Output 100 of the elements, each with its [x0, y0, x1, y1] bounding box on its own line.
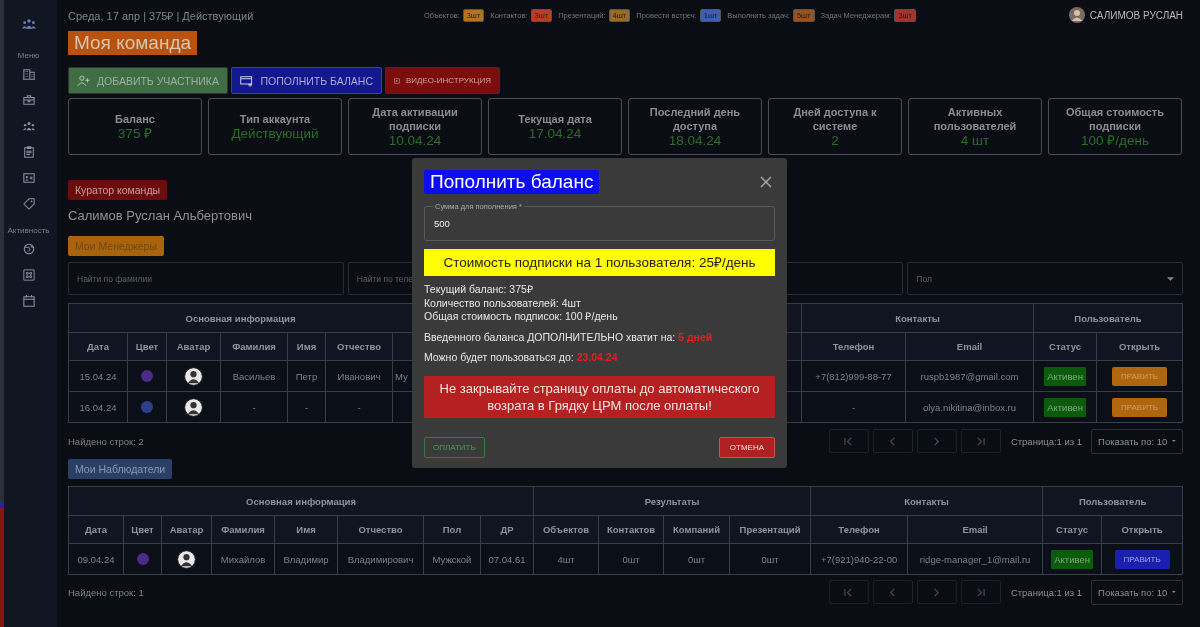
price-banner: Стоимость подписки на 1 пользователя: 25₽/день	[424, 249, 775, 276]
tag-icon[interactable]	[22, 198, 35, 210]
info-label: Введенного баланса ДОПОЛНИТЕЛЬНО хватит на:	[424, 330, 676, 343]
chevron-left-icon	[888, 587, 898, 597]
column-header: Дата	[68, 515, 124, 544]
page-indicator: Страница:1 из 1	[1010, 435, 1083, 447]
column-header: Дата	[68, 332, 128, 361]
team-logo-icon[interactable]	[21, 18, 36, 29]
status-badge: Активен	[1044, 397, 1086, 417]
last-page-icon	[976, 436, 986, 446]
surname-cell: -	[220, 391, 288, 423]
column-header: Фамилия	[220, 332, 288, 361]
grid-icon[interactable]	[22, 269, 35, 281]
page-indicator: Страница:1 из 1	[1010, 586, 1083, 598]
warning-banner: Не закрывайте страницу оплаты до автоматического возрата в Грядку ЦРМ после оплаты!	[424, 375, 775, 418]
column-group-header: Основная информация	[68, 303, 413, 333]
status-badge: Активен	[1044, 366, 1086, 386]
column-header: Фамилия	[211, 515, 275, 544]
info-line: Общая стоимость подписок: 100 ₽/день	[424, 310, 619, 324]
gender-select[interactable]: Пол	[907, 262, 1184, 295]
column-header: Телефон	[801, 332, 906, 361]
caret-icon	[1172, 590, 1177, 594]
card-plus-icon	[240, 73, 255, 88]
add-member-button[interactable]: ДОБАВИТЬ УЧАСТНИКА	[68, 67, 228, 94]
avatar-icon[interactable]	[1068, 7, 1085, 23]
birthday-cell: 07.04.61	[480, 543, 534, 575]
close-icon[interactable]	[760, 176, 772, 188]
clipboard-icon[interactable]	[22, 146, 35, 158]
phone-cell: +7(921)940-22-00	[810, 543, 908, 575]
stat-card: Активных пользователей 4 шт	[908, 98, 1042, 155]
chevron-left-icon	[888, 436, 898, 446]
search-field[interactable]: Найти по фамилии	[68, 262, 344, 295]
video-button[interactable]: ВИДЕО-ИНСТРУКЦИЯ	[385, 67, 500, 94]
info-line: Текущий баланс: 375₽	[424, 283, 534, 297]
id-card-icon[interactable]	[22, 172, 35, 184]
pay-button[interactable]: ОПЛАТИТЬ	[424, 436, 485, 458]
chevron-right-icon	[932, 436, 942, 446]
rows-found-text: Найдено строк: 2	[68, 435, 144, 447]
email-cell: ruspb1987@gmail.com	[905, 360, 1034, 392]
patronymic-cell: Иванович	[325, 360, 393, 392]
email-cell: ridge-manager_1@mail.ru	[907, 543, 1043, 575]
date-cell: 16.04.24	[68, 391, 128, 423]
count-cell: 0шт	[729, 543, 811, 575]
surname-cell: Михайлов	[211, 543, 275, 575]
name-cell: Владимир	[274, 543, 338, 575]
stat-card: Дней доступа к системе 2	[768, 98, 902, 155]
gender-cell: Му	[395, 370, 408, 382]
count-cell: 0шт	[598, 543, 664, 575]
curator-name: Салимов Руслан Альбертович	[68, 208, 252, 223]
column-header: Презентаций	[729, 515, 811, 544]
column-header: Открыть	[1101, 515, 1183, 544]
first-page-icon	[844, 587, 854, 597]
date-cell: 09.04.24	[68, 543, 124, 575]
phone-cell: -	[801, 391, 906, 423]
info-line: Количество пользователей: 4шт	[424, 296, 582, 310]
rows-found-text: Найдено строк: 1	[68, 586, 144, 598]
column-group-header: Контакты	[801, 303, 1034, 333]
patronymic-cell: -	[325, 391, 393, 423]
page-size-select[interactable]: Показать по: 10	[1091, 428, 1184, 454]
calendar-icon[interactable]	[22, 295, 35, 307]
avatar-icon	[184, 366, 203, 386]
page-title: Моя команда	[68, 31, 198, 55]
edit-button[interactable]: ПРАВИТЬ	[1114, 549, 1170, 569]
building-icon[interactable]	[22, 68, 35, 80]
column-header: Статус	[1042, 515, 1102, 544]
add-user-icon	[77, 73, 91, 88]
column-header: Открыть	[1096, 332, 1183, 361]
column-header: Отчество	[337, 515, 424, 544]
column-header: Объектов	[533, 515, 599, 544]
team-icon[interactable]	[22, 120, 35, 132]
info-label: Можно будет пользоваться до:	[424, 350, 574, 363]
caret-icon	[1172, 439, 1177, 443]
top-up-button[interactable]: ПОПОЛНИТЬ БАЛАНС	[231, 67, 382, 94]
avatar-icon	[177, 549, 196, 569]
column-header: Имя	[274, 515, 338, 544]
column-header: Email	[907, 515, 1043, 544]
stat-card: Баланс 375 ₽	[68, 98, 202, 155]
stat-card: Дата активации подписки 10.04.24	[348, 98, 482, 155]
cancel-button[interactable]: ОТМЕНА	[718, 436, 775, 458]
column-header: Контактов	[598, 515, 664, 544]
sidebar-heading: Активность	[7, 226, 50, 235]
section-badge: Мои Менеджеры	[68, 236, 164, 256]
globe-icon[interactable]	[22, 243, 35, 255]
date-cell: 15.04.24	[68, 360, 128, 392]
caret-icon	[1167, 276, 1175, 281]
count-cell: 4шт	[533, 543, 599, 575]
email-cell: olya.nikitina@inbox.ru	[905, 391, 1034, 423]
account-status-text: Среда, 17 апр | 375₽ | Действующий	[68, 8, 255, 23]
surname-cell: Васильев	[220, 360, 288, 392]
sidebar-heading: Меню	[17, 51, 40, 60]
column-header: Телефон	[810, 515, 908, 544]
chevron-right-icon	[932, 587, 942, 597]
user-name[interactable]: САЛИМОВ РУСЛАН	[1089, 9, 1184, 21]
column-group-header: Пользователь	[1033, 303, 1183, 333]
column-header: Статус	[1033, 332, 1097, 361]
curator-badge: Куратор команды	[68, 180, 168, 200]
dialog-title: Пополнить баланс	[424, 170, 600, 194]
page-size-select[interactable]: Показать по: 10	[1091, 579, 1184, 605]
column-group-header: Контакты	[810, 486, 1043, 516]
briefcase-icon[interactable]	[22, 94, 35, 106]
